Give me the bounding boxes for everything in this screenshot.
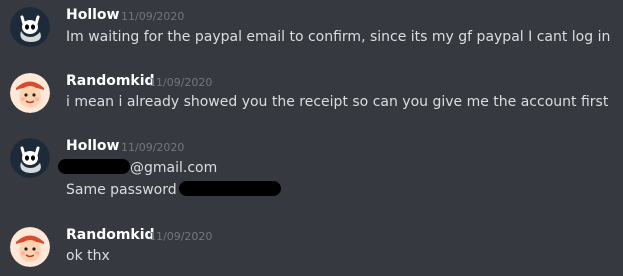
password-label: Same password bbox=[66, 182, 177, 198]
username[interactable]: Hollow bbox=[66, 7, 119, 23]
message-text: ok thx bbox=[66, 248, 110, 264]
timestamp: 11/09/2020 bbox=[149, 76, 213, 89]
redacted-password bbox=[178, 181, 281, 196]
chat-log: Hollow 11/09/2020 Im waiting for the pay… bbox=[0, 0, 623, 276]
cartoon-kid-icon[interactable] bbox=[10, 73, 50, 113]
hollow-knight-icon[interactable] bbox=[10, 138, 50, 178]
cartoon-kid-icon[interactable] bbox=[10, 227, 50, 267]
username[interactable]: Randomkid bbox=[66, 73, 155, 89]
message-text: Im waiting for the paypal email to confi… bbox=[66, 29, 611, 45]
message-text: i mean i already showed you the receipt … bbox=[66, 94, 609, 110]
password-line: Same password bbox=[66, 181, 281, 198]
redacted-email bbox=[58, 159, 130, 174]
hollow-knight-icon[interactable] bbox=[10, 7, 50, 47]
email-domain: @gmail.com bbox=[130, 160, 218, 176]
username[interactable]: Randomkid bbox=[66, 227, 155, 243]
username[interactable]: Hollow bbox=[66, 138, 119, 154]
timestamp: 11/09/2020 bbox=[121, 10, 185, 23]
email-line: @gmail.com bbox=[58, 159, 217, 176]
timestamp: 11/09/2020 bbox=[121, 141, 185, 154]
timestamp: 11/09/2020 bbox=[149, 230, 213, 243]
